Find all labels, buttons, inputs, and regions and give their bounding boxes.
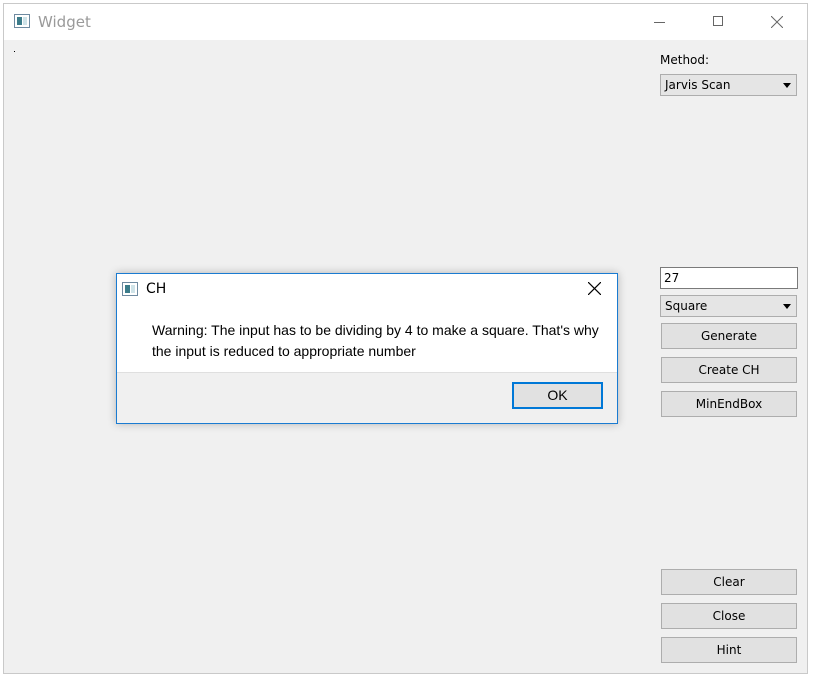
- chevron-down-icon: [783, 83, 791, 88]
- dialog-titlebar[interactable]: CH: [117, 274, 617, 306]
- maximize-button[interactable]: [695, 4, 741, 40]
- close-icon: [771, 16, 783, 28]
- dialog-close-button[interactable]: [575, 274, 615, 304]
- method-select[interactable]: Jarvis Scan: [660, 74, 797, 96]
- app-window-icon: [14, 14, 30, 28]
- minimize-button[interactable]: [636, 4, 682, 40]
- close-icon: [588, 282, 601, 295]
- window-titlebar[interactable]: Widget: [4, 4, 807, 40]
- window-title: Widget: [38, 13, 91, 31]
- point-count-input[interactable]: 27: [660, 267, 798, 289]
- clear-button[interactable]: Clear: [661, 569, 797, 595]
- dialog-message: Warning: The input has to be dividing by…: [152, 322, 599, 359]
- shape-select-value: Square: [665, 299, 708, 313]
- dialog-app-icon: [122, 282, 138, 296]
- method-select-value: Jarvis Scan: [665, 78, 731, 92]
- generate-button[interactable]: Generate: [661, 323, 797, 349]
- dialog-body: Warning: The input has to be dividing by…: [117, 306, 617, 373]
- warning-dialog: CH Warning: The input has to be dividing…: [116, 273, 618, 424]
- canvas-point: [14, 51, 15, 52]
- dialog-title: CH: [146, 281, 167, 297]
- method-label: Method:: [660, 53, 710, 67]
- close-button[interactable]: Close: [661, 603, 797, 629]
- chevron-down-icon: [783, 304, 791, 309]
- hint-button[interactable]: Hint: [661, 637, 797, 663]
- create-ch-button[interactable]: Create CH: [661, 357, 797, 383]
- shape-select[interactable]: Square: [660, 295, 797, 317]
- ok-button[interactable]: OK: [512, 382, 603, 409]
- close-window-button[interactable]: [754, 4, 800, 40]
- minendbox-button[interactable]: MinEndBox: [661, 391, 797, 417]
